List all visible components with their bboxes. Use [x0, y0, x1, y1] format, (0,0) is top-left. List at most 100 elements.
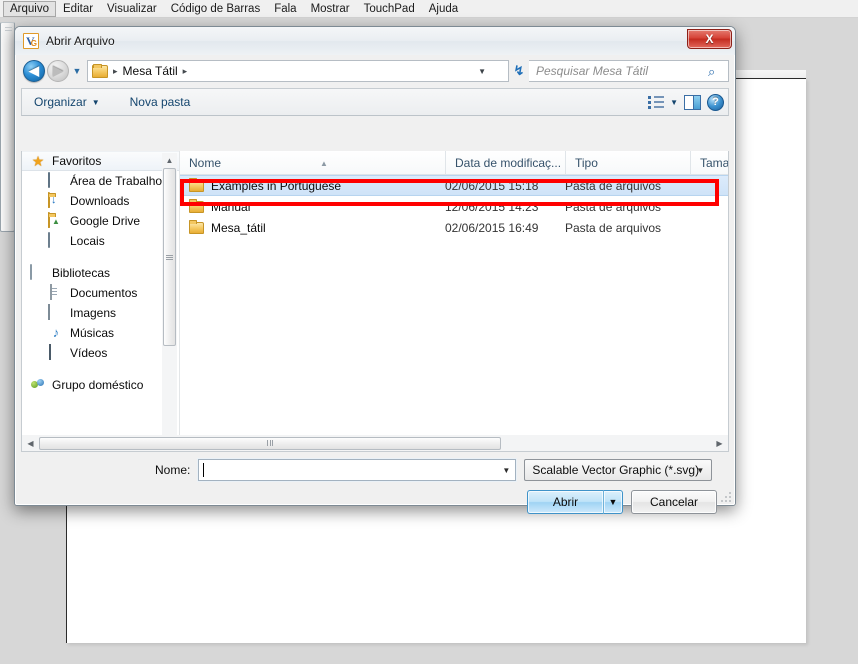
sidebar-item-imagens[interactable]: Imagens: [22, 303, 179, 323]
chevron-down-icon[interactable]: ▼: [69, 66, 85, 76]
google-drive-folder-icon: [48, 212, 50, 228]
help-icon[interactable]: ?: [707, 93, 724, 111]
sidebar-group-bibliotecas[interactable]: Bibliotecas: [22, 263, 179, 283]
organize-button[interactable]: Organizar ▼: [26, 92, 108, 112]
toolbar-drag-grip[interactable]: [5, 27, 12, 31]
dialog-button-row: Abrir ▼ Cancelar: [15, 490, 735, 514]
sidebar-group-label: Grupo doméstico: [52, 378, 144, 392]
search-input[interactable]: Pesquisar Mesa Tátil ⌕: [529, 60, 729, 82]
menu-item-ajuda[interactable]: Ajuda: [422, 1, 465, 17]
sidebar-item-locais[interactable]: Locais: [22, 231, 179, 251]
column-header-tamanho[interactable]: Tama: [690, 151, 728, 175]
column-header-tipo[interactable]: Tipo: [565, 151, 690, 175]
chevron-down-icon: ▼: [91, 97, 100, 107]
cancel-button[interactable]: Cancelar: [631, 490, 717, 514]
dialog-title-bar[interactable]: V G Abrir Arquivo X: [15, 27, 735, 55]
scrollbar-track[interactable]: [39, 436, 711, 451]
sidebar-group-grupo-domestico[interactable]: Grupo doméstico: [22, 375, 179, 395]
file-type: Pasta de arquivos: [565, 220, 662, 235]
chevron-down-icon[interactable]: ▼: [603, 490, 623, 514]
view-mode-icon[interactable]: [648, 95, 665, 109]
navigation-sidebar[interactable]: ★ Favoritos Área de Trabalho Downloads G…: [22, 151, 180, 450]
videos-icon: [49, 344, 51, 360]
music-icon: ♪: [52, 325, 60, 340]
scroll-left-icon[interactable]: ◀: [22, 439, 39, 448]
file-name-cell: Examples in Portuguese: [180, 177, 445, 193]
sidebar-item-documentos[interactable]: Documentos: [22, 283, 179, 303]
breadcrumb-separator: ▸: [113, 65, 118, 76]
file-name-cell: Mesa_tátil: [180, 219, 445, 235]
toolbar-right-group: ▼ ?: [648, 93, 724, 111]
chevron-down-icon[interactable]: ▼: [502, 460, 510, 480]
filename-label: Nome:: [155, 463, 191, 477]
sidebar-item-google-drive[interactable]: Google Drive: [22, 211, 179, 231]
sidebar-item-label: Área de Trabalho: [70, 174, 163, 188]
sidebar-item-label: Downloads: [70, 194, 130, 208]
sidebar-item-videos[interactable]: Vídeos: [22, 343, 179, 363]
file-name-cell: Manual: [180, 198, 445, 214]
sidebar-scrollbar[interactable]: ▲: [162, 153, 177, 440]
sidebar-item-label: Documentos: [70, 286, 138, 300]
chevron-down-icon[interactable]: ▼: [478, 61, 486, 81]
scrollbar-thumb[interactable]: [163, 168, 176, 346]
table-row[interactable]: Examples in Portuguese 02/06/2015 15:18 …: [180, 175, 728, 196]
file-type: Pasta de arquivos: [565, 199, 662, 214]
menu-item-codigo-de-barras[interactable]: Código de Barras: [164, 1, 268, 17]
file-list[interactable]: Nome ▲ Data de modificaç... Tipo Tama Ex…: [180, 151, 728, 450]
forward-icon[interactable]: ▶: [47, 60, 69, 82]
back-icon[interactable]: ◀: [23, 60, 45, 82]
table-row[interactable]: Mesa_tátil 02/06/2015 16:49 Pasta de arq…: [180, 217, 728, 238]
star-icon: ★: [31, 153, 45, 169]
breadcrumb[interactable]: ▸ Mesa Tátil ▸ ▼: [87, 60, 509, 82]
column-header-nome[interactable]: Nome ▲: [180, 151, 445, 175]
dialog-title: Abrir Arquivo: [46, 34, 115, 48]
sidebar-item-downloads[interactable]: Downloads: [22, 191, 179, 211]
app-side-toolbar[interactable]: [0, 22, 15, 232]
menu-item-visualizar[interactable]: Visualizar: [100, 1, 164, 17]
scroll-up-icon[interactable]: ▲: [162, 153, 177, 168]
menu-item-arquivo[interactable]: Arquivo: [3, 0, 56, 17]
homegroup-icon: [30, 377, 46, 393]
dialog-form-area: Nome: ▼ Scalable Vector Graphic (*.svg) …: [15, 459, 735, 514]
menu-item-touchpad[interactable]: TouchPad: [357, 1, 422, 17]
sidebar-group-favoritos[interactable]: ★ Favoritos: [22, 151, 179, 171]
network-places-icon: [48, 232, 50, 248]
horizontal-scrollbar[interactable]: ◀ ▶: [21, 435, 729, 452]
open-button[interactable]: Abrir: [527, 490, 603, 514]
preview-pane-icon[interactable]: [684, 94, 701, 110]
organize-label: Organizar: [34, 95, 87, 109]
resize-grip[interactable]: [719, 490, 731, 502]
breadcrumb-item-mesa-tatil[interactable]: Mesa Tátil: [123, 64, 178, 78]
new-folder-button[interactable]: Nova pasta: [122, 92, 199, 112]
scrollbar-thumb[interactable]: [39, 436, 501, 450]
chevron-down-icon[interactable]: ▼: [670, 98, 678, 107]
open-split-button: Abrir ▼: [527, 490, 623, 514]
table-row[interactable]: Manual 12/06/2015 14:23 Pasta de arquivo…: [180, 196, 728, 217]
filename-row: Nome: ▼ Scalable Vector Graphic (*.svg) …: [15, 459, 735, 481]
desktop-icon: [48, 172, 50, 188]
file-date: 12/06/2015 14:23: [445, 199, 539, 214]
scroll-right-icon[interactable]: ▶: [711, 439, 728, 448]
refresh-icon[interactable]: ↯: [509, 60, 529, 82]
sidebar-item-label: Imagens: [70, 306, 117, 320]
sidebar-item-musicas[interactable]: ♪ Músicas: [22, 323, 179, 343]
file-name: Examples in Portuguese: [211, 178, 342, 193]
downloads-folder-icon: [48, 192, 50, 208]
chevron-down-icon: ▼: [696, 465, 705, 475]
app-menu-bar: Arquivo Editar Visualizar Código de Barr…: [0, 0, 858, 18]
new-folder-label: Nova pasta: [129, 95, 191, 109]
close-icon[interactable]: X: [687, 29, 732, 49]
documents-icon: [50, 284, 52, 300]
menu-item-mostrar[interactable]: Mostrar: [304, 1, 357, 17]
column-header-data-modificacao[interactable]: Data de modificaç...: [445, 151, 565, 175]
open-file-dialog: V G Abrir Arquivo X ◀ ▶ ▼ ▸ Mesa Tátil ▸…: [14, 26, 736, 514]
filename-input[interactable]: ▼: [198, 459, 517, 481]
libraries-icon: [30, 264, 32, 280]
breadcrumb-separator-trailing[interactable]: ▸: [178, 66, 193, 77]
file-list-header: Nome ▲ Data de modificaç... Tipo Tama: [180, 151, 728, 175]
menu-item-fala[interactable]: Fala: [267, 1, 303, 17]
sidebar-item-area-de-trabalho[interactable]: Área de Trabalho: [22, 171, 179, 191]
menu-item-editar[interactable]: Editar: [56, 1, 100, 17]
pictures-icon: [48, 304, 50, 320]
file-type-filter-select[interactable]: Scalable Vector Graphic (*.svg) ▼: [524, 459, 713, 481]
